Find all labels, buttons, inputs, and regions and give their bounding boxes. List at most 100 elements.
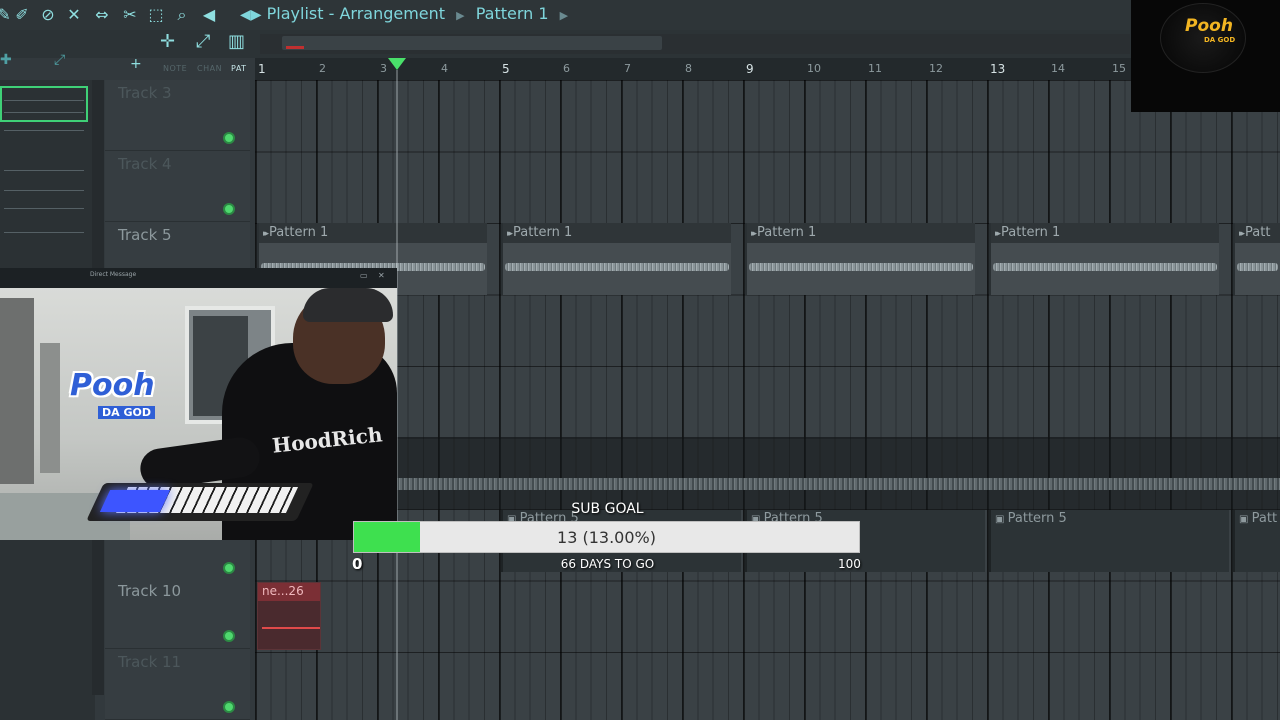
wire-icon[interactable]: ⤢: [54, 52, 65, 68]
clip-label: Pattern 1: [751, 225, 816, 240]
webcam-speaker: [0, 298, 34, 484]
link-icon[interactable]: ⤢: [196, 31, 210, 52]
clip-waveform: [1237, 263, 1278, 271]
pattern-clip[interactable]: Patt: [1233, 223, 1280, 295]
arrange-icon[interactable]: ✚: [0, 52, 12, 68]
playlist-grid[interactable]: [255, 80, 1280, 720]
clip-label: Patt: [1239, 511, 1277, 526]
sub-goal-days-left: 66 DAYS TO GO: [560, 557, 655, 571]
window-title: ◀▶ Playlist - Arrangement ▶ Pattern 1 ▶: [240, 4, 574, 23]
bar-number: 12: [929, 62, 943, 75]
webcam-window-titlebar: [0, 268, 397, 288]
track-header[interactable]: Track 10: [105, 578, 250, 649]
scrollbar-thumb[interactable]: [282, 36, 662, 50]
pattern-selector[interactable]: Pattern 1: [476, 4, 549, 23]
delete-icon[interactable]: ⊘: [38, 5, 58, 25]
mode-chan[interactable]: CHAN: [197, 64, 222, 73]
bar-number: 6: [563, 62, 570, 75]
bar-number: 10: [807, 62, 821, 75]
picker-preview-line: [4, 112, 84, 113]
track-name: Track 4: [118, 155, 172, 173]
select-icon[interactable]: ⬚: [146, 5, 166, 25]
bar-number: 5: [502, 62, 510, 76]
bar-number: 2: [319, 62, 326, 75]
track-header[interactable]: Track 4: [105, 151, 250, 222]
add-icon[interactable]: +: [130, 56, 142, 72]
sub-goal-progress-label: 13 (13.00%): [557, 528, 656, 547]
title-menu-icon[interactable]: ◀▶: [240, 7, 262, 23]
mode-note[interactable]: NOTE: [163, 64, 187, 73]
playhead-marker-icon[interactable]: [388, 58, 406, 70]
webcam-person-cap: [303, 288, 393, 322]
pattern-clip[interactable]: Pattern 1: [501, 223, 731, 295]
pattern-clip[interactable]: Pattern 5: [989, 510, 1229, 572]
sub-goal-max: 100: [838, 557, 861, 571]
track-enable-led[interactable]: [223, 630, 235, 642]
bar-number: 1: [258, 62, 266, 76]
bar-number: 8: [685, 62, 692, 75]
webcam-logo-name: Pooh: [70, 368, 155, 403]
logo-subtitle: DA GOD: [1204, 36, 1236, 44]
webcam-feed: HoodRich Pooh DA GOD: [0, 288, 397, 540]
webcam-logo-subtitle: DA GOD: [98, 406, 155, 419]
song-position-marker: [286, 46, 304, 49]
bar-number: 15: [1112, 62, 1126, 75]
piano-icon[interactable]: ▥: [228, 31, 245, 52]
track-name: Track 10: [118, 582, 182, 600]
clip-label: Pattern 5: [995, 511, 1067, 526]
bar-number: 13: [990, 62, 1006, 76]
pattern-clip[interactable]: Pattern 1: [745, 223, 975, 295]
track-header[interactable]: Track 11: [105, 649, 250, 720]
zoom-icon[interactable]: ⌕: [172, 5, 192, 25]
clip-header: Pattern 1: [991, 223, 1219, 243]
bar-number: 9: [746, 62, 754, 76]
track-header[interactable]: Track 3: [105, 80, 250, 151]
brush-icon[interactable]: ✐: [12, 5, 32, 25]
bar-number: 14: [1051, 62, 1065, 75]
clip-header: Pattern 1: [747, 223, 975, 243]
picker-selected-item[interactable]: [0, 86, 88, 122]
playlist-empty-row: [255, 437, 1280, 510]
clip-waveform: [993, 263, 1217, 271]
audio-waveform[interactable]: [395, 478, 1280, 490]
playback-icon[interactable]: ◀: [199, 5, 219, 25]
clip-label: Pattern 1: [507, 225, 572, 240]
track-enable-led[interactable]: [223, 562, 235, 574]
automation-clip[interactable]: ne...26: [257, 582, 321, 650]
close-icon[interactable]: ✕: [378, 271, 385, 280]
pattern-dropdown-icon[interactable]: ▶: [560, 9, 568, 22]
playlist-toolbar: ✎ ✐ ⊘ ✕ ⇔ ✂ ⬚ ⌕ ◀ ◀▶ Playlist - Arrangem…: [0, 0, 1280, 30]
sub-goal-progress-bar: 13 (13.00%): [353, 521, 860, 553]
bar-number: 3: [380, 62, 387, 75]
picker-preview-line: [4, 170, 84, 171]
sub-goal-title: SUB GOAL: [571, 501, 644, 517]
snap-icon[interactable]: ✛: [160, 31, 175, 52]
automation-line: [262, 627, 320, 629]
clip-header: Patt: [1235, 223, 1280, 243]
slip-icon[interactable]: ⇔: [92, 5, 112, 25]
fl-studio-playlist: ✎ ✐ ⊘ ✕ ⇔ ✂ ⬚ ⌕ ◀ ◀▶ Playlist - Arrangem…: [0, 0, 1280, 720]
picker-preview-line: [4, 100, 84, 101]
slice-icon[interactable]: ✂: [120, 5, 140, 25]
track-enable-led[interactable]: [223, 132, 235, 144]
logo-name: Pooh: [1185, 16, 1233, 36]
clip-label: Patt: [1239, 225, 1270, 240]
track-enable-led[interactable]: [223, 203, 235, 215]
bar-number: 11: [868, 62, 882, 75]
track-name: Track 5: [118, 226, 172, 244]
pattern-clip[interactable]: Patt: [1233, 510, 1280, 572]
webcam-door: [40, 343, 60, 473]
mode-pat[interactable]: PAT: [231, 64, 247, 73]
track-name: Track 3: [118, 84, 172, 102]
clip-header: ne...26: [258, 583, 320, 601]
clip-waveform: [505, 263, 729, 271]
track-enable-led[interactable]: [223, 701, 235, 713]
picker-preview-line: [4, 130, 84, 131]
minimize-icon[interactable]: ▭: [360, 271, 368, 280]
track-name: Track 11: [118, 653, 182, 671]
clip-label: Pattern 1: [995, 225, 1060, 240]
pattern-clip[interactable]: Pattern 1: [989, 223, 1219, 295]
clip-header: Pattern 1: [259, 223, 487, 243]
mute-icon[interactable]: ✕: [64, 5, 84, 25]
timeline-ruler[interactable]: 1 2 3 4 5 6 7 8 9 10 11 12 13 14 15: [255, 58, 1280, 80]
